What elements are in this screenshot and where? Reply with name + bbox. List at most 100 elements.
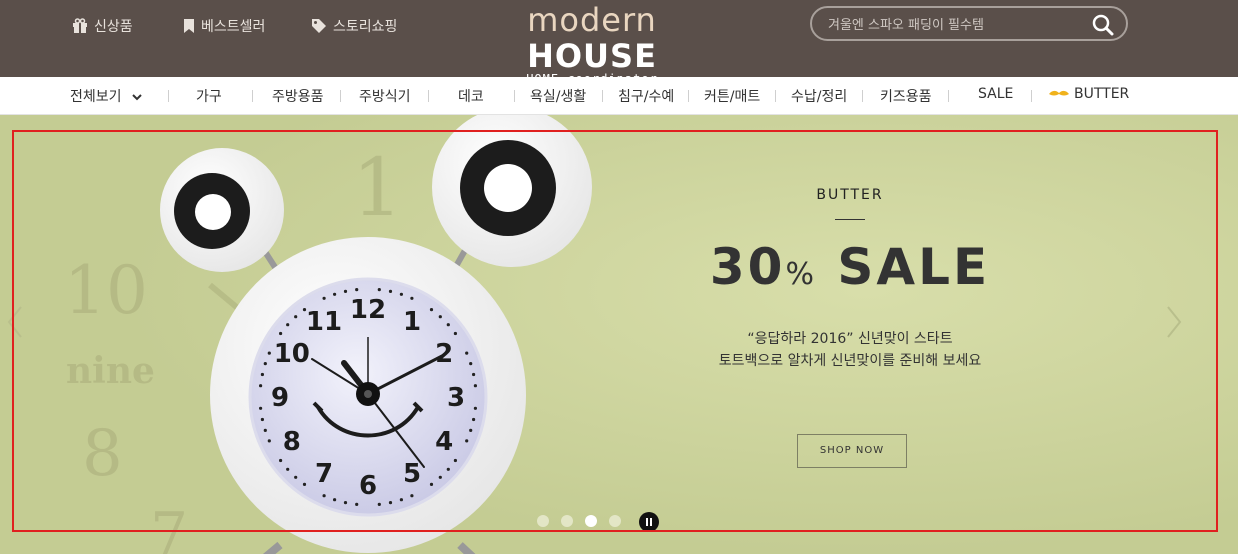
story-shopping-link[interactable]: 스토리쇼핑: [311, 16, 397, 36]
nav-item-kids[interactable]: 키즈용품: [880, 86, 932, 106]
clock-tick: [465, 351, 469, 355]
slide-dot-4[interactable]: [609, 515, 621, 527]
bg-number: 10: [64, 252, 148, 329]
search-box: [810, 6, 1128, 41]
nav-item-curtain[interactable]: 커튼/매트: [704, 86, 760, 106]
bg-number: 7: [150, 500, 188, 554]
nav-item-sale[interactable]: SALE: [978, 86, 1013, 102]
promo-copy: BUTTER 30% SALE “응답하라 2016” 신년맞이 스타트 토트백…: [700, 187, 1000, 372]
search-input[interactable]: [826, 14, 1090, 36]
promo-sale: SALE: [837, 238, 991, 296]
clock-tick: [388, 501, 393, 505]
clock-tick: [286, 323, 290, 327]
bestseller-label: 베스트셀러: [201, 19, 266, 35]
logo-word-modern: modern: [527, 1, 657, 39]
category-nav: 전체보기 가구 주방용품 주방식기 데코 욕실/생활 침구/수예 커튼/매트 수…: [0, 77, 1238, 115]
new-products-label: 신상품: [94, 19, 133, 35]
clock-tick: [473, 384, 477, 388]
slide-dot-2[interactable]: [561, 515, 573, 527]
clock-number: 7: [315, 459, 333, 489]
clock-tick: [355, 288, 359, 292]
promo-description: “응답하라 2016” 신년맞이 스타트 토트백으로 알차게 신년맞이를 준비해…: [700, 328, 1000, 372]
nav-item-kitchen[interactable]: 주방용품: [272, 86, 324, 106]
clock-tick: [472, 417, 476, 422]
nav-divider: [775, 90, 776, 102]
clock-tick: [302, 482, 307, 486]
nav-item-deco[interactable]: 데코: [458, 86, 484, 106]
clock-tick: [343, 289, 348, 293]
clock-tick: [259, 406, 263, 410]
nav-all-label: 전체보기: [70, 89, 122, 105]
clock-tick: [446, 467, 450, 471]
chevron-down-icon: [132, 89, 142, 105]
nav-divider: [688, 90, 689, 102]
shop-now-button[interactable]: SHOP NOW: [797, 434, 907, 468]
hero-image: 10 nine 8 7 1 12 1234567891011: [0, 115, 1238, 554]
clock-tick: [465, 439, 469, 443]
nav-divider: [340, 90, 341, 102]
new-products-link[interactable]: 신상품: [72, 16, 133, 36]
clock-tick: [469, 362, 473, 366]
clock-tick: [410, 494, 414, 498]
top-header: 신상품 베스트셀러 스토리쇼핑 modern HOUSE HOME coordi…: [0, 0, 1238, 86]
clock-tick: [263, 362, 267, 366]
slide-dot-1[interactable]: [537, 515, 549, 527]
clock-tick: [453, 458, 457, 463]
promo-headline: 30% SALE: [700, 238, 1000, 296]
story-shopping-label: 스토리쇼핑: [333, 19, 398, 35]
clock-tick: [279, 458, 283, 463]
clock-tick: [469, 428, 473, 432]
promo-brand: BUTTER: [816, 187, 884, 203]
clock-tick: [377, 502, 381, 506]
slide-dot-3[interactable]: [585, 515, 597, 527]
search-icon[interactable]: [1092, 14, 1114, 36]
clock-number: 12: [350, 295, 386, 325]
clock-tick: [343, 501, 348, 505]
clock-tick: [333, 498, 337, 502]
promo-discount: 30: [709, 238, 786, 296]
clock-tick: [453, 331, 457, 336]
hero-banner[interactable]: 10 nine 8 7 1 121234567891011: [0, 115, 1238, 554]
clock-number: 8: [283, 427, 301, 457]
clock-tick: [429, 482, 434, 486]
clock-number: 10: [274, 339, 310, 369]
clock-number: 9: [271, 383, 289, 413]
promo-desc-line: 토트백으로 알차게 신년맞이를 준비해 보세요: [718, 353, 982, 369]
clock-tick: [399, 498, 403, 502]
clock-tick: [294, 475, 298, 479]
pause-icon[interactable]: [639, 512, 659, 532]
clock-number: 6: [359, 471, 377, 501]
clock-tick: [473, 406, 477, 410]
clock-tick: [333, 292, 337, 296]
clock-tick: [472, 372, 476, 377]
clock-tick: [263, 428, 267, 432]
nav-divider: [862, 90, 863, 102]
bg-number: 8: [82, 417, 123, 491]
clock-number: 11: [306, 307, 342, 337]
chevron-left-icon[interactable]: [5, 305, 27, 339]
nav-item-storage[interactable]: 수납/정리: [791, 86, 847, 106]
bestseller-link[interactable]: 베스트셀러: [183, 16, 265, 36]
nav-item-bath[interactable]: 욕실/생활: [530, 86, 586, 106]
mustache-icon: [1048, 86, 1070, 102]
clock-number: 4: [435, 427, 453, 457]
tag-icon: [311, 18, 327, 34]
clock-number: 5: [403, 459, 421, 489]
nav-divider: [168, 90, 169, 102]
chevron-right-icon[interactable]: [1162, 305, 1184, 339]
clock-tick: [322, 494, 326, 498]
nav-butter-label: BUTTER: [1074, 86, 1130, 102]
clock-tick: [429, 308, 434, 312]
nav-item-butter[interactable]: BUTTER: [1048, 86, 1129, 102]
nav-divider: [514, 90, 515, 102]
clock-tick: [322, 296, 326, 300]
clock-tick: [267, 351, 271, 355]
nav-item-furniture[interactable]: 가구: [196, 86, 222, 106]
nav-item-tableware[interactable]: 주방식기: [359, 86, 411, 106]
clock-tick: [355, 502, 359, 506]
nav-all-dropdown[interactable]: 전체보기: [70, 86, 142, 106]
gift-icon: [72, 18, 88, 34]
clock-tick: [410, 296, 414, 300]
site-logo[interactable]: modern HOUSE HOME coordinator: [462, 2, 722, 86]
nav-item-bedding[interactable]: 침구/수예: [618, 86, 674, 106]
